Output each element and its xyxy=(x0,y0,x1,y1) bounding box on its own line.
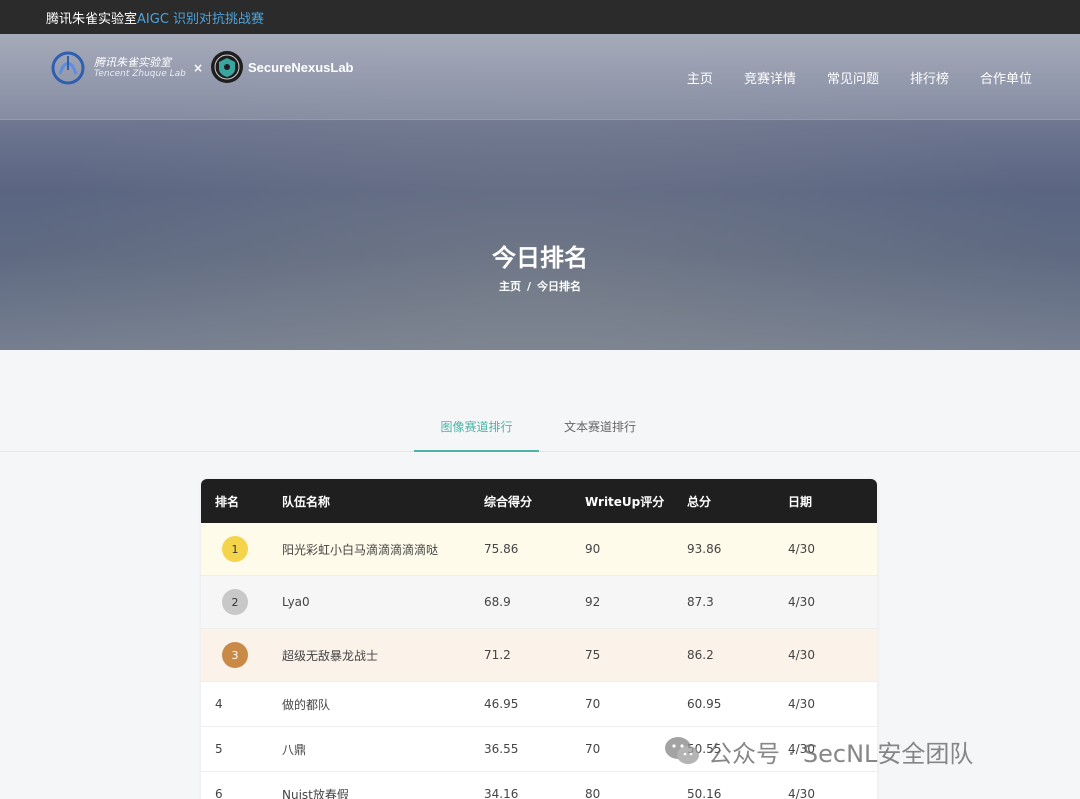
rank-number: 6 xyxy=(215,787,223,799)
hero-section: 腾讯朱雀实验室 Tencent Zhuque Lab × SecureNexus… xyxy=(0,34,1080,350)
wechat-icon xyxy=(665,737,699,764)
tab-text-track[interactable]: 文本赛道排行 xyxy=(540,410,660,452)
track-tabs: 图像赛道排行 文本赛道排行 xyxy=(0,410,1080,452)
banner-accent: AIGC 识别对抗挑战赛 xyxy=(137,11,265,27)
table-row: 6 Nuist放春假 34.16 80 50.16 4/30 xyxy=(201,772,877,799)
main-nav: 腾讯朱雀实验室 Tencent Zhuque Lab × SecureNexus… xyxy=(0,34,1080,120)
header-team: 队伍名称 xyxy=(282,494,331,509)
silver-medal-badge: 2 xyxy=(222,589,248,615)
row-date: 4/30 xyxy=(788,595,815,609)
row-date: 4/30 xyxy=(788,648,815,662)
header-date: 日期 xyxy=(788,494,813,509)
logo1-cn: 腾讯朱雀实验室 xyxy=(94,55,171,69)
table-row: 3 超级无敌暴龙战士 71.2 75 86.2 4/30 xyxy=(201,629,877,682)
composite-score: 68.9 xyxy=(484,595,511,609)
header-total: 总分 xyxy=(687,494,712,509)
composite-score: 75.86 xyxy=(484,542,519,556)
securenexuslab-logo[interactable]: SecureNexusLab xyxy=(210,50,354,84)
page-title: 今日排名 xyxy=(492,244,588,272)
tencent-zhuque-logo[interactable]: 腾讯朱雀实验室 Tencent Zhuque Lab xyxy=(50,50,186,86)
table-row: 2 Lya0 68.9 92 87.3 4/30 xyxy=(201,576,877,629)
breadcrumb-home[interactable]: 主页 xyxy=(499,280,521,293)
team-name: Nuist放春假 xyxy=(282,787,349,799)
total-score: 87.3 xyxy=(687,595,714,609)
team-name: 八鼎 xyxy=(282,742,307,757)
header-writeup: WriteUp评分 xyxy=(585,494,665,509)
header-rank: 排名 xyxy=(215,494,240,509)
total-score: 50.16 xyxy=(687,787,722,799)
total-score: 60.95 xyxy=(687,697,722,711)
header-score: 综合得分 xyxy=(484,494,533,509)
table-row: 1 阳光彩虹小白马滴滴滴滴滴哒 75.86 90 93.86 4/30 xyxy=(201,523,877,576)
breadcrumb: 主页 / 今日排名 xyxy=(0,278,1080,294)
watermark-text: 公众号 · SecNL安全团队 xyxy=(708,739,974,768)
row-date: 4/30 xyxy=(788,542,815,556)
breadcrumb-current: 今日排名 xyxy=(537,280,582,293)
total-score: 93.86 xyxy=(687,542,722,556)
breadcrumb-separator: / xyxy=(526,280,532,293)
wechat-watermark: 公众号 · SecNL安全团队 xyxy=(662,733,973,769)
team-name: Lya0 xyxy=(282,595,310,609)
row-date: 4/30 xyxy=(788,787,815,799)
total-score: 86.2 xyxy=(687,648,714,662)
row-date: 4/30 xyxy=(788,697,815,711)
composite-score: 34.16 xyxy=(484,787,519,799)
tab-image-track[interactable]: 图像赛道排行 xyxy=(414,410,539,452)
table-row: 4 做的都队 46.95 70 60.95 4/30 xyxy=(201,682,877,727)
securenexus-shield-icon xyxy=(211,51,243,83)
writeup-score: 75 xyxy=(585,648,601,662)
team-name: 做的都队 xyxy=(282,697,331,712)
writeup-score: 80 xyxy=(585,787,601,799)
rank-number: 4 xyxy=(215,697,223,711)
team-name: 阳光彩虹小白马滴滴滴滴滴哒 xyxy=(282,542,439,557)
zhuque-bird-icon xyxy=(51,51,85,85)
nav-menu: 主页 竞赛详情 常见问题 排行榜 合作单位 xyxy=(687,34,1032,120)
writeup-score: 90 xyxy=(585,542,601,556)
composite-score: 46.95 xyxy=(484,697,519,711)
rank-number: 5 xyxy=(215,742,223,756)
logo1-en: Tencent Zhuque Lab xyxy=(94,69,186,80)
writeup-score: 70 xyxy=(585,697,601,711)
nav-item-home[interactable]: 主页 xyxy=(687,68,713,87)
team-name: 超级无敌暴龙战士 xyxy=(282,648,379,663)
nav-item-faq[interactable]: 常见问题 xyxy=(827,68,879,87)
composite-score: 71.2 xyxy=(484,648,511,662)
nav-item-leaderboard[interactable]: 排行榜 xyxy=(910,68,949,87)
nav-item-competition-details[interactable]: 竞赛详情 xyxy=(744,68,796,87)
table-header: 排名 队伍名称 综合得分 WriteUp评分 总分 日期 xyxy=(201,479,877,523)
writeup-score: 92 xyxy=(585,595,601,609)
bronze-medal-badge: 3 xyxy=(222,642,248,668)
composite-score: 36.55 xyxy=(484,742,519,756)
logo2-name: SecureNexusLab xyxy=(248,59,354,75)
banner-prefix: 腾讯朱雀实验室 xyxy=(46,11,138,27)
gold-medal-badge: 1 xyxy=(222,536,248,562)
nav-item-partners[interactable]: 合作单位 xyxy=(980,68,1032,87)
top-banner: 腾讯朱雀实验室 AIGC 识别对抗挑战赛 xyxy=(0,0,1080,34)
collab-times: × xyxy=(193,61,204,75)
